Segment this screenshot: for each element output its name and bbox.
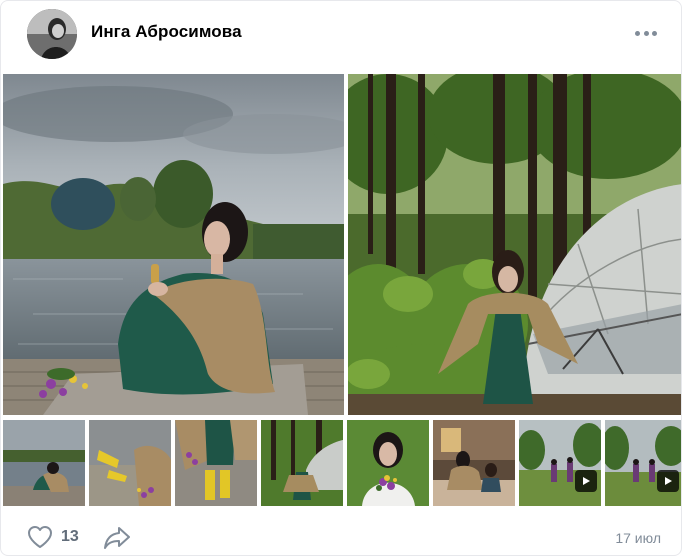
share-arrow-icon [104,527,130,549]
play-icon[interactable] [575,470,597,492]
post-header: Инга Абросимова [1,1,681,65]
gallery-thumb-3[interactable] [175,420,257,506]
like-count: 13 [61,528,79,545]
post-date[interactable]: 17 июл [615,530,661,546]
gallery-photo-1[interactable] [3,74,344,415]
gallery-thumb-4[interactable] [261,420,343,506]
gallery-photo-2[interactable] [348,74,681,415]
play-icon[interactable] [657,470,679,492]
more-horizontal-icon[interactable] [635,29,657,37]
gallery-thumb-2[interactable] [89,420,171,506]
gallery-thumb-7[interactable] [519,420,601,506]
gallery-thumb-8[interactable] [605,420,681,506]
author-name[interactable]: Инга Абросимова [91,22,242,42]
gallery-thumb-5[interactable] [347,420,429,506]
author-avatar[interactable] [27,9,77,59]
post-card: Инга Абросимова 13 17 июл [0,0,682,556]
share-button[interactable] [103,525,131,551]
post-footer: 13 17 июл [1,513,681,555]
like-button[interactable]: 13 [27,525,79,549]
heart-icon [28,526,52,548]
gallery-thumb-6[interactable] [433,420,515,506]
gallery-thumb-1[interactable] [3,420,85,506]
